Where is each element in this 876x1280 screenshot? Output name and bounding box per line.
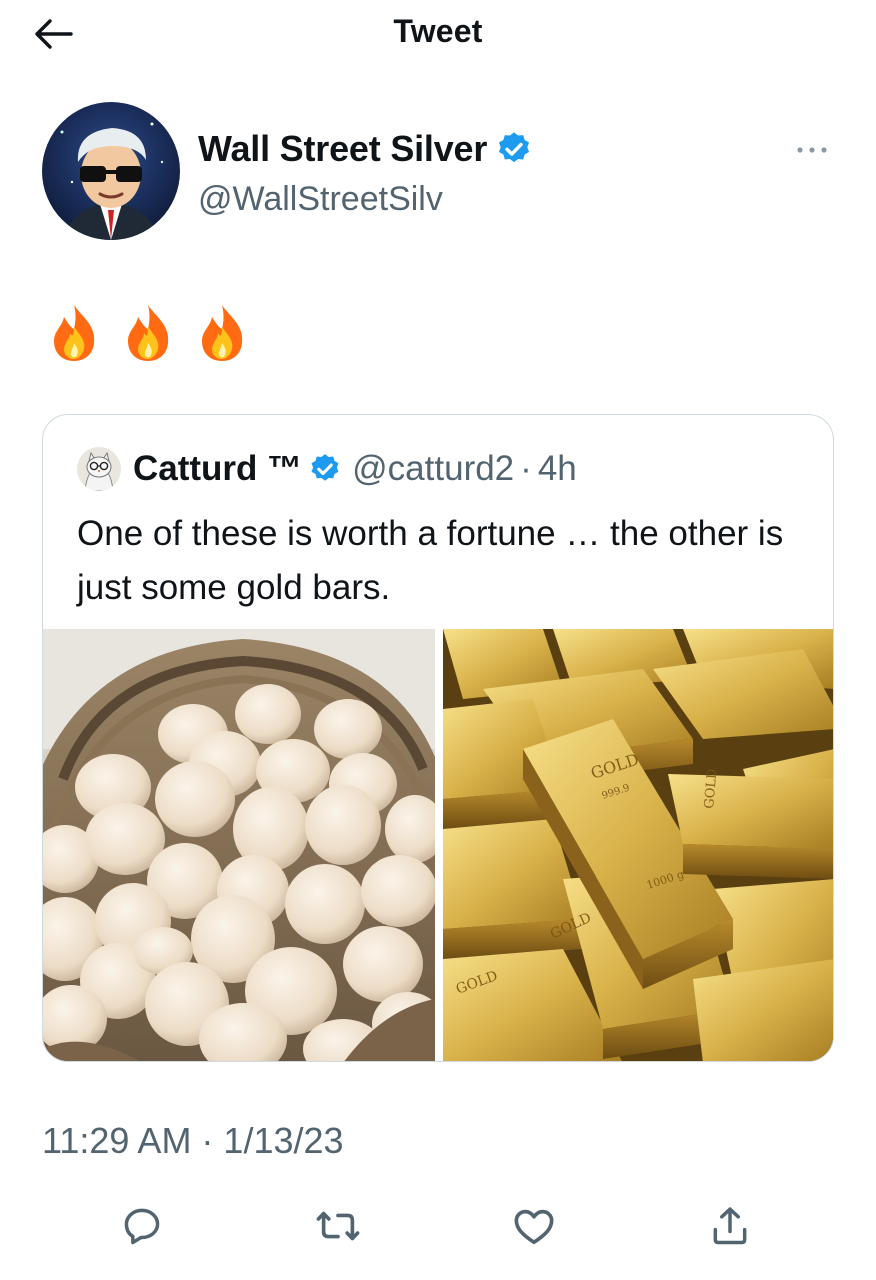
share-button[interactable]: [702, 1198, 758, 1254]
fire-emoji-icon: [202, 305, 243, 362]
verified-badge-icon: [499, 132, 530, 163]
fire-emoji-icon: [128, 305, 169, 362]
more-options-button[interactable]: [782, 132, 842, 168]
reply-icon: [124, 1208, 160, 1245]
tweet-author: Wall Street Silver @WallStreetSilv: [42, 102, 842, 242]
quoted-tweet-header: Catturd ™ @catturd2 · 4h: [77, 447, 577, 491]
share-icon: [713, 1207, 747, 1245]
tweet-timestamp[interactable]: 11:29 AM · 1/13/23: [42, 1120, 344, 1162]
reply-button[interactable]: [114, 1198, 170, 1254]
avatar-image: [42, 102, 180, 240]
author-name-row: Wall Street Silver: [198, 128, 533, 170]
quoted-media: GOLD 999.9 1000 g GOLD GOLD GOLD: [43, 629, 833, 1061]
verified-badge-icon: [311, 454, 339, 481]
like-button[interactable]: [506, 1198, 562, 1254]
display-name[interactable]: Wall Street Silver: [198, 128, 487, 170]
page-title: Tweet: [393, 13, 483, 49]
avatar[interactable]: [42, 102, 180, 240]
action-bar: [0, 1190, 876, 1260]
more-horizontal-icon: [797, 147, 827, 153]
like-icon: [514, 1209, 554, 1245]
separator-dot: ·: [520, 449, 532, 488]
quoted-tweet[interactable]: Catturd ™ @catturd2 · 4h One of these is…: [42, 414, 834, 1062]
quoted-tweet-text: One of these is worth a fortune … the ot…: [77, 514, 784, 607]
retweet-icon: [316, 1211, 360, 1241]
fire-emoji-icon: [54, 305, 95, 362]
top-bar: Tweet: [0, 0, 876, 70]
tweet-text: [46, 300, 268, 363]
quoted-avatar[interactable]: [77, 447, 121, 491]
author-handle[interactable]: @WallStreetSilv: [198, 180, 443, 219]
retweet-button[interactable]: [310, 1198, 366, 1254]
gold-bars-image[interactable]: GOLD 999.9 1000 g GOLD GOLD GOLD: [443, 629, 833, 1061]
cat-avatar-image: [77, 447, 121, 491]
quoted-display-name[interactable]: Catturd ™: [133, 449, 302, 489]
quoted-handle[interactable]: @catturd2: [352, 449, 514, 489]
quoted-time[interactable]: 4h: [538, 449, 577, 489]
basket-of-eggs-image[interactable]: [43, 629, 435, 1061]
